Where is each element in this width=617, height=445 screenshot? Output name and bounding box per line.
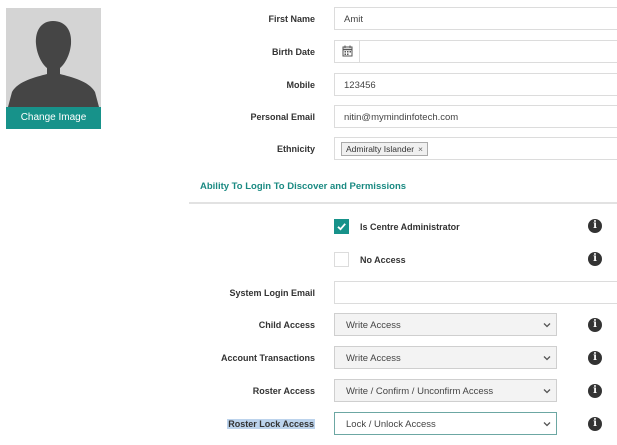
roster-access-select[interactable]: Write / Confirm / Unconfirm Access [334,379,557,402]
roster-lock-access-value: Lock / Unlock Access [346,419,436,430]
child-access-value: Write Access [346,320,401,331]
info-icon[interactable]: i [588,417,602,431]
info-icon[interactable]: i [588,252,602,266]
ethnicity-label: Ethnicity [276,144,315,154]
chevron-down-icon [543,356,551,361]
login-email-label: System Login Email [229,288,315,298]
info-icon[interactable]: i [588,318,602,332]
personal-email-label: Personal Email [250,112,315,122]
first-name-field[interactable]: Amit [334,7,617,30]
personal-email-field[interactable]: nitin@mymindinfotech.com [334,105,617,128]
section-title: Ability To Login To Discover and Permiss… [200,181,407,192]
first-name-value: Amit [344,14,363,25]
calendar-icon [342,45,353,57]
first-name-label: First Name [268,14,315,24]
avatar [6,8,101,107]
no-access-checkbox[interactable] [334,252,349,267]
section-divider [189,202,617,204]
ethnicity-tag: Admiralty Islander × [341,142,428,156]
centre-admin-checkbox[interactable] [334,219,349,234]
roster-lock-access-label-text: Roster Lock Access [227,419,315,429]
no-access-label: No Access [360,255,406,265]
tag-remove-icon[interactable]: × [418,144,423,154]
ethnicity-field[interactable]: Admiralty Islander × [334,137,617,160]
info-icon[interactable]: i [588,384,602,398]
birth-date-field[interactable] [334,40,617,63]
chevron-down-icon [543,389,551,394]
birth-date-label: Birth Date [271,47,315,57]
personal-email-value: nitin@mymindinfotech.com [344,112,459,123]
account-transactions-label: Account Transactions [220,353,315,363]
centre-admin-label: Is Centre Administrator [360,222,460,232]
login-email-field[interactable] [334,281,617,304]
account-transactions-select[interactable]: Write Access [334,346,557,369]
info-icon[interactable]: i [588,219,602,233]
child-access-label: Child Access [258,320,315,330]
roster-lock-access-select[interactable]: Lock / Unlock Access [334,412,557,435]
calendar-button[interactable] [335,41,360,62]
mobile-value: 123456 [344,80,376,91]
mobile-field[interactable]: 123456 [334,73,617,96]
info-icon[interactable]: i [588,351,602,365]
change-image-button[interactable]: Change Image [6,107,101,129]
roster-access-value: Write / Confirm / Unconfirm Access [346,386,494,397]
roster-access-label: Roster Access [252,386,315,396]
chevron-down-icon [543,422,551,427]
account-transactions-value: Write Access [346,353,401,364]
mobile-label: Mobile [286,80,316,90]
checkmark-icon [337,223,346,231]
roster-lock-access-label: Roster Lock Access [227,419,315,429]
child-access-select[interactable]: Write Access [334,313,557,336]
chevron-down-icon [543,323,551,328]
ethnicity-tag-label: Admiralty Islander [346,144,415,154]
person-silhouette-icon [6,8,101,107]
